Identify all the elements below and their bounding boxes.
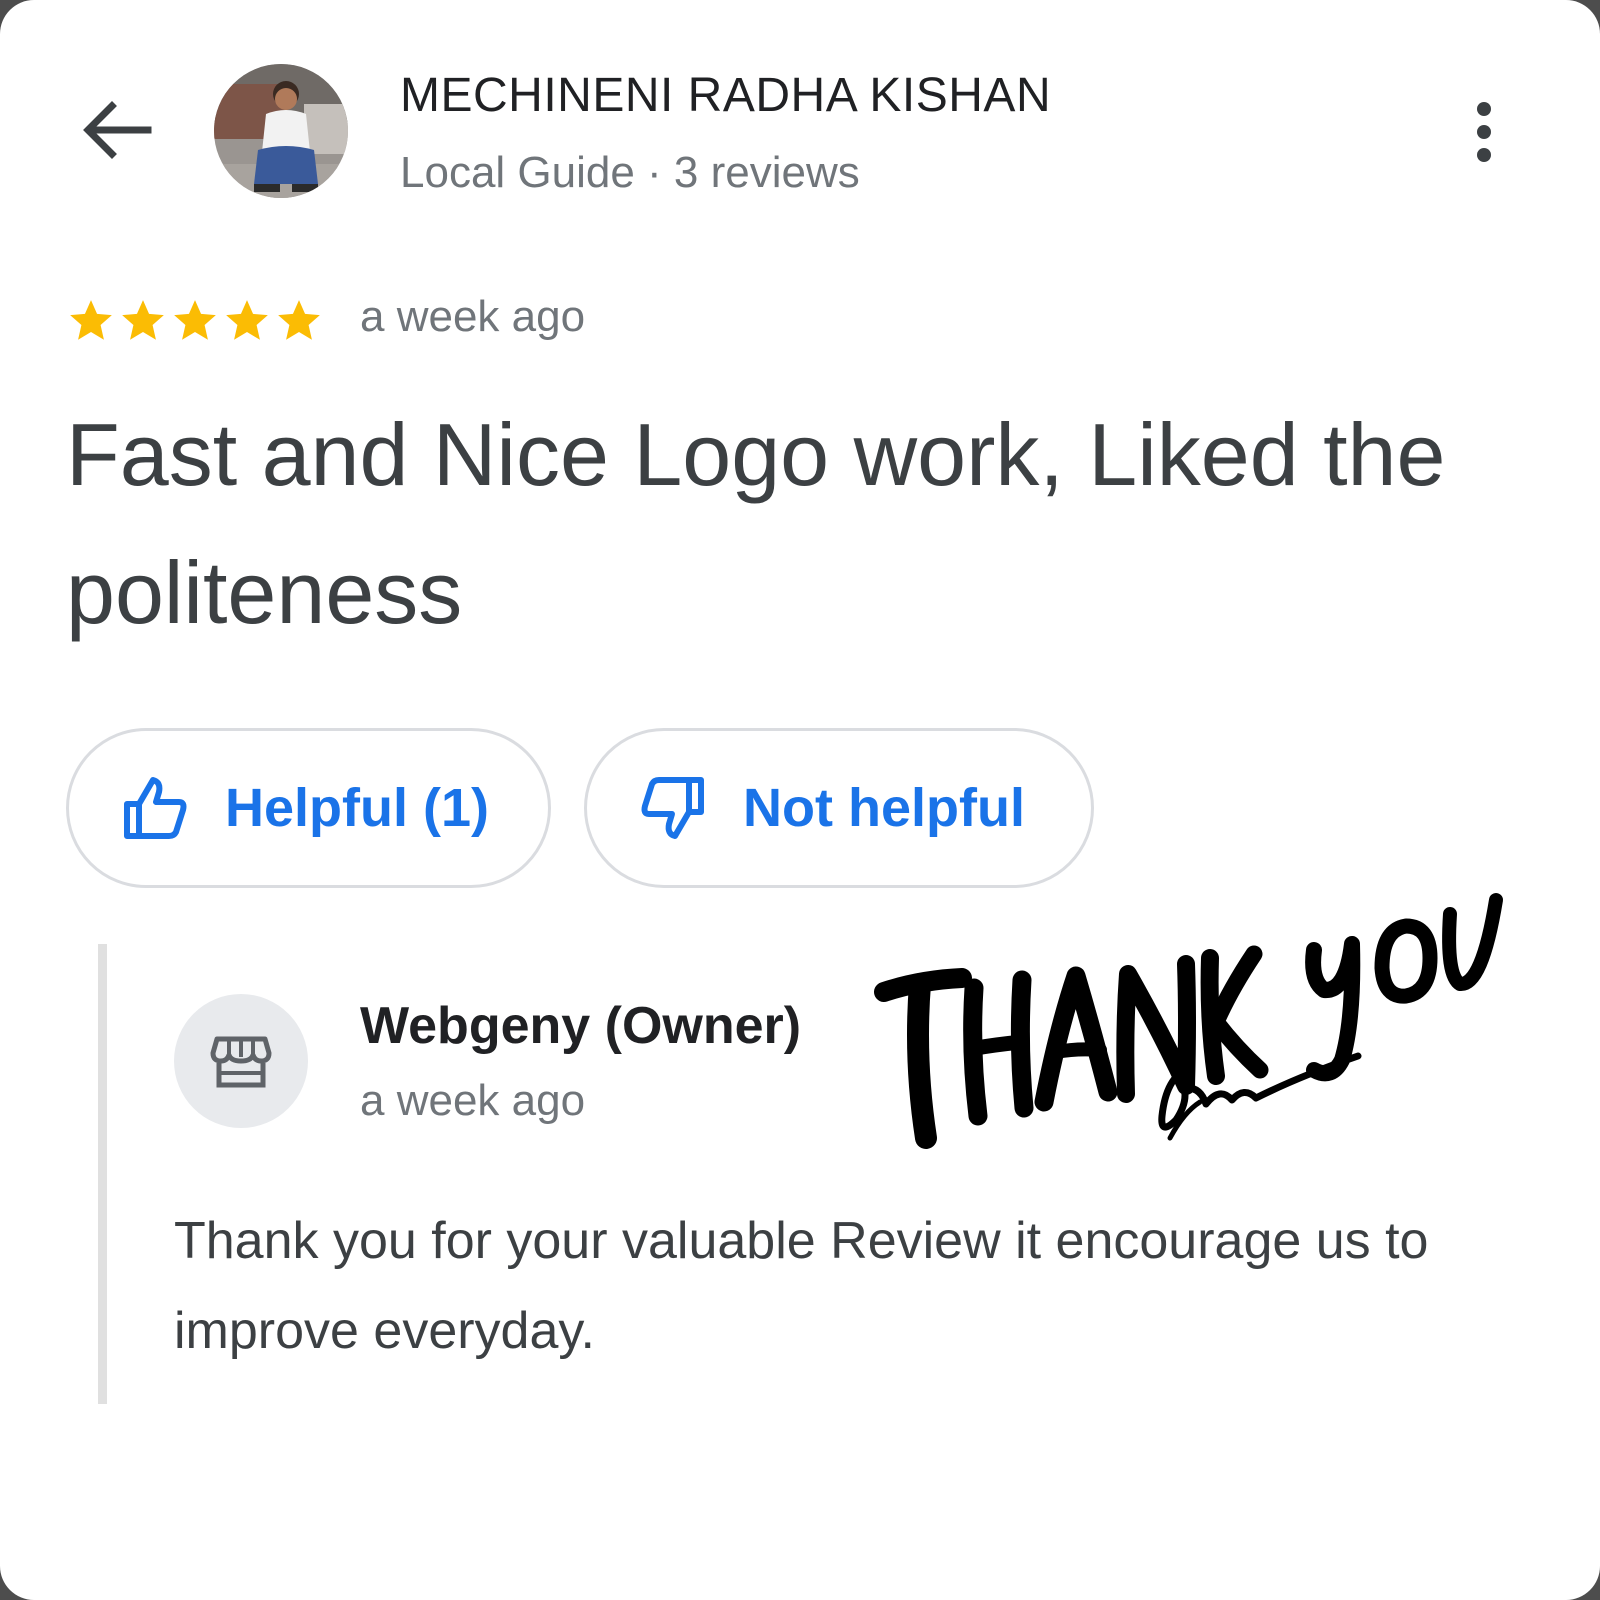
reviewer-avatar[interactable] [214, 64, 348, 198]
more-vert-icon [1462, 102, 1506, 162]
helpful-label: Helpful (1) [225, 778, 489, 838]
review-time: a week ago [360, 292, 586, 341]
review-text: Fast and Nice Logo work, Liked the polit… [66, 405, 1446, 642]
more-options-button[interactable] [1462, 96, 1506, 168]
star-rating [66, 296, 324, 346]
not-helpful-button[interactable]: Not helpful [584, 728, 1094, 888]
star-icon [122, 300, 164, 340]
thumb-down-icon [641, 777, 704, 839]
star-icon [278, 300, 320, 340]
arrow-back-icon [83, 101, 152, 159]
owner-avatar [174, 994, 308, 1128]
reply-text: Thank you for your valuable Review it en… [174, 1212, 1429, 1360]
star-icon [70, 300, 112, 340]
not-helpful-label: Not helpful [743, 778, 1025, 838]
thumb-up-icon [124, 777, 187, 839]
review-card: MECHINENI RADHA KISHAN Local Guide · 3 r… [0, 0, 1600, 1600]
star-icon [174, 300, 216, 340]
star-icon [226, 300, 268, 340]
storefront-icon [210, 1036, 272, 1088]
reviewer-name[interactable]: MECHINENI RADHA KISHAN [400, 68, 1051, 123]
helpful-button[interactable]: Helpful (1) [66, 728, 551, 888]
thank-you-handwriting [874, 893, 1503, 1149]
reply-divider [98, 944, 107, 1404]
owner-name: Webgeny (Owner) [360, 997, 802, 1055]
reviewer-meta: Local Guide · 3 reviews [400, 148, 860, 197]
back-button[interactable] [76, 92, 156, 172]
reply-time: a week ago [360, 1076, 586, 1125]
